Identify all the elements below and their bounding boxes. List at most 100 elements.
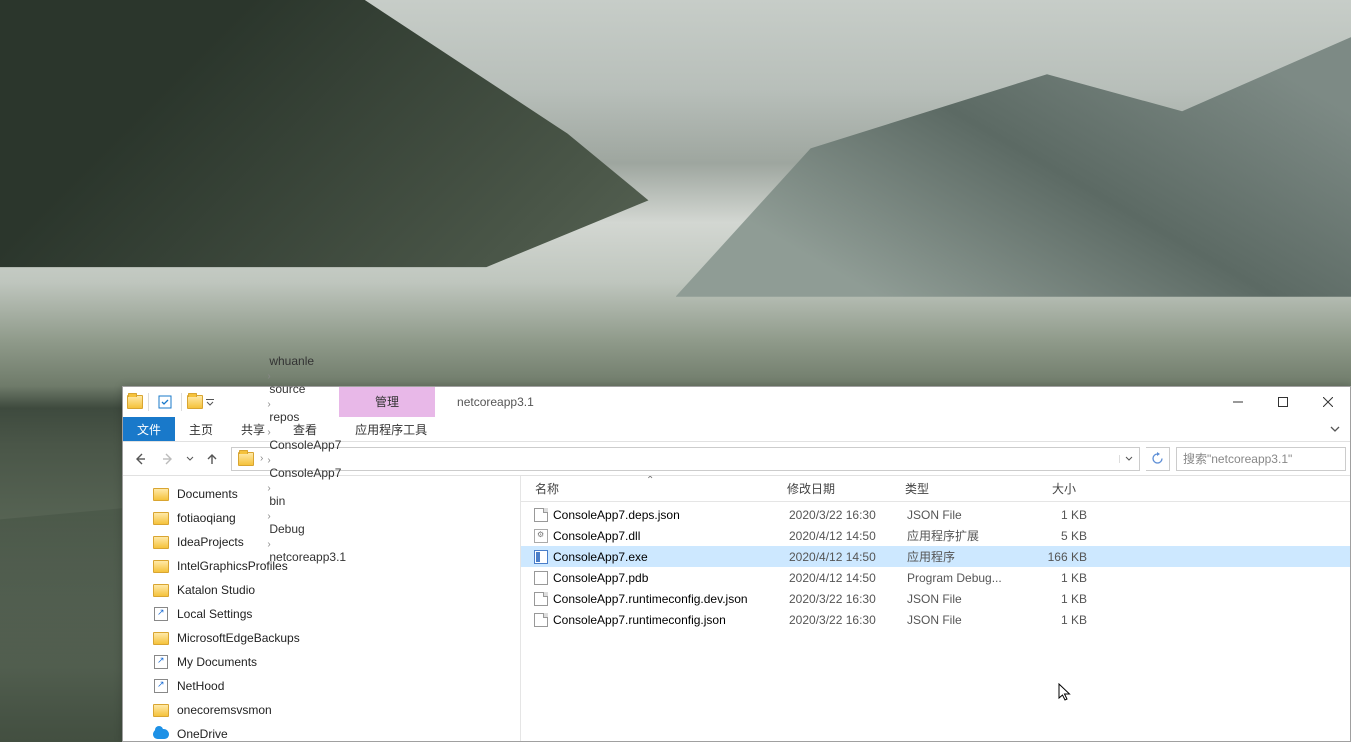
ribbon-file-tab[interactable]: 文件 xyxy=(123,417,175,441)
folder-icon xyxy=(153,486,169,502)
file-type: Program Debug... xyxy=(907,571,1025,585)
file-name: ConsoleApp7.exe xyxy=(551,550,789,564)
folder-icon xyxy=(153,534,169,550)
forward-button[interactable] xyxy=(155,446,181,472)
tree-item[interactable]: fotiaoqiang xyxy=(123,506,520,530)
tree-item[interactable]: MicrosoftEdgeBackups xyxy=(123,626,520,650)
tree-item-label: IdeaProjects xyxy=(177,535,244,549)
tree-item[interactable]: IntelGraphicsProfiles xyxy=(123,554,520,578)
address-bar[interactable]: › whuanle›source›repos›ConsoleApp7›Conso… xyxy=(231,447,1140,471)
chevron-right-icon[interactable]: › xyxy=(265,427,272,438)
column-header-type[interactable]: 类型 xyxy=(897,480,1015,497)
file-list-pane: ⌃ 名称 修改日期 类型 大小 ConsoleApp7.deps.json202… xyxy=(521,476,1350,741)
search-placeholder: 搜索"netcoreapp3.1" xyxy=(1183,450,1292,467)
file-row[interactable]: ConsoleApp7.exe2020/4/12 14:50应用程序166 KB xyxy=(521,546,1350,567)
file-row[interactable]: ConsoleApp7.dll2020/4/12 14:50应用程序扩展5 KB xyxy=(521,525,1350,546)
column-header-date[interactable]: 修改日期 xyxy=(779,480,897,497)
file-size: 1 KB xyxy=(1025,508,1105,522)
ribbon-expand-button[interactable] xyxy=(1320,417,1350,441)
qat-properties-button[interactable] xyxy=(154,391,176,413)
file-type: JSON File xyxy=(907,613,1025,627)
file-pdb-icon xyxy=(531,571,551,585)
file-name: ConsoleApp7.runtimeconfig.json xyxy=(551,613,789,627)
file-dll-icon xyxy=(531,529,551,543)
recent-locations-dropdown[interactable] xyxy=(183,455,197,463)
tree-item-label: onecoremsvsmon xyxy=(177,703,272,717)
file-row[interactable]: ConsoleApp7.runtimeconfig.json2020/3/22 … xyxy=(521,609,1350,630)
file-explorer-window: 管理 netcoreapp3.1 文件 主页 共享 查看 应用程序工具 › wh… xyxy=(122,386,1351,742)
tree-item-label: IntelGraphicsProfiles xyxy=(177,559,288,573)
file-json-icon xyxy=(531,508,551,522)
file-exe-icon xyxy=(531,550,551,564)
file-date: 2020/4/12 14:50 xyxy=(789,550,907,564)
tree-item-label: Katalon Studio xyxy=(177,583,255,597)
breadcrumb-segment[interactable]: ConsoleApp7 xyxy=(265,438,350,452)
onedrive-icon xyxy=(153,726,169,741)
file-date: 2020/3/22 16:30 xyxy=(789,508,907,522)
tree-item[interactable]: Documents xyxy=(123,482,520,506)
breadcrumb-segment[interactable]: whuanle xyxy=(265,354,350,368)
chevron-right-icon[interactable]: › xyxy=(265,399,272,410)
tree-item[interactable]: IdeaProjects xyxy=(123,530,520,554)
maximize-button[interactable] xyxy=(1260,387,1305,417)
file-row[interactable]: ConsoleApp7.pdb2020/4/12 14:50Program De… xyxy=(521,567,1350,588)
address-dropdown-button[interactable] xyxy=(1119,455,1137,463)
tree-item[interactable]: NetHood xyxy=(123,674,520,698)
file-type: JSON File xyxy=(907,592,1025,606)
chevron-right-icon[interactable]: › xyxy=(258,453,265,464)
file-date: 2020/4/12 14:50 xyxy=(789,571,907,585)
tree-item-label: fotiaoqiang xyxy=(177,511,236,525)
window-title: netcoreapp3.1 xyxy=(435,387,1215,417)
file-size: 1 KB xyxy=(1025,613,1105,627)
link-icon xyxy=(153,678,169,694)
tree-item-label: OneDrive xyxy=(177,727,228,741)
file-size: 5 KB xyxy=(1025,529,1105,543)
column-header-size[interactable]: 大小 xyxy=(1015,480,1095,497)
file-size: 1 KB xyxy=(1025,592,1105,606)
folder-icon xyxy=(153,630,169,646)
up-button[interactable] xyxy=(199,446,225,472)
sort-indicator-icon: ⌃ xyxy=(646,476,654,486)
chevron-right-icon[interactable]: › xyxy=(265,455,272,466)
quick-access-toolbar xyxy=(123,387,219,417)
chevron-right-icon[interactable]: › xyxy=(265,371,272,382)
file-name: ConsoleApp7.pdb xyxy=(551,571,789,585)
tree-item-label: Local Settings xyxy=(177,607,252,621)
close-button[interactable] xyxy=(1305,387,1350,417)
qat-newfolder-button[interactable] xyxy=(187,395,203,409)
refresh-button[interactable] xyxy=(1146,447,1170,471)
qat-customize-dropdown[interactable] xyxy=(205,398,215,406)
tree-item-label: MicrosoftEdgeBackups xyxy=(177,631,300,645)
address-folder-icon xyxy=(238,452,254,466)
tree-item-label: Documents xyxy=(177,487,238,501)
minimize-button[interactable] xyxy=(1215,387,1260,417)
tree-item-label: My Documents xyxy=(177,655,257,669)
back-button[interactable] xyxy=(127,446,153,472)
breadcrumb-segment[interactable]: repos xyxy=(265,410,350,424)
folder-icon xyxy=(153,510,169,526)
file-date: 2020/3/22 16:30 xyxy=(789,613,907,627)
file-name: ConsoleApp7.deps.json xyxy=(551,508,789,522)
search-input[interactable]: 搜索"netcoreapp3.1" xyxy=(1176,447,1346,471)
window-icon[interactable] xyxy=(127,395,143,409)
navigation-bar: › whuanle›source›repos›ConsoleApp7›Conso… xyxy=(123,442,1350,476)
folder-icon xyxy=(153,558,169,574)
file-type: JSON File xyxy=(907,508,1025,522)
ribbon-tab-apptools[interactable]: 应用程序工具 xyxy=(341,417,441,441)
file-row[interactable]: ConsoleApp7.deps.json2020/3/22 16:30JSON… xyxy=(521,504,1350,525)
folder-icon xyxy=(153,582,169,598)
file-rows: ConsoleApp7.deps.json2020/3/22 16:30JSON… xyxy=(521,502,1350,741)
folder-icon xyxy=(153,702,169,718)
breadcrumb-segment[interactable]: source xyxy=(265,382,350,396)
link-icon xyxy=(153,606,169,622)
file-row[interactable]: ConsoleApp7.runtimeconfig.dev.json2020/3… xyxy=(521,588,1350,609)
column-headers: ⌃ 名称 修改日期 类型 大小 xyxy=(521,476,1350,502)
tree-item[interactable]: onecoremsvsmon xyxy=(123,698,520,722)
tree-item[interactable]: OneDrive xyxy=(123,722,520,741)
tree-item[interactable]: My Documents xyxy=(123,650,520,674)
navigation-pane[interactable]: Documents fotiaoqiang IdeaProjects IntelGra… xyxy=(123,476,521,741)
file-size: 166 KB xyxy=(1025,550,1105,564)
ribbon-tab-home[interactable]: 主页 xyxy=(175,417,227,441)
tree-item[interactable]: Local Settings xyxy=(123,602,520,626)
tree-item[interactable]: Katalon Studio xyxy=(123,578,520,602)
